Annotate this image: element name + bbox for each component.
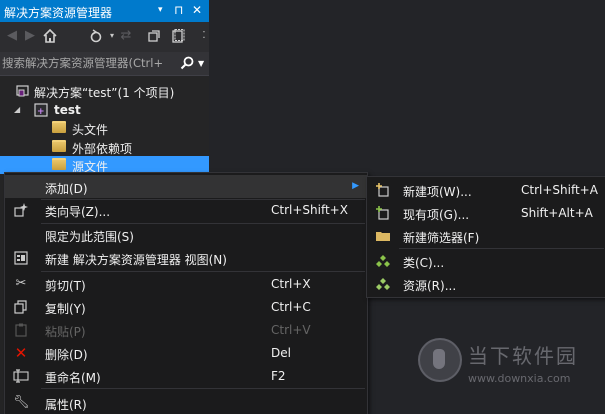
add-submenu: 新建项(W)... Ctrl+Shift+A 现有项(G)... Shift+A… [366,176,605,298]
menu-item-label: 新建项(W)... [403,185,472,199]
menu-item-label: 类(C)... [403,256,445,270]
menu-item-label: 新建 解决方案资源管理器 视图(N) [45,253,227,267]
menu-item-paste[interactable]: 粘贴(P) Ctrl+V [5,318,367,341]
project-label: test [54,103,81,117]
menu-item-label: 新建筛选器(F) [403,231,480,245]
menu-item-label: 添加(D) [45,182,88,196]
menu-separator [41,388,365,389]
watermark-brand: 当下软件园 [468,344,578,368]
search-input[interactable] [2,54,174,72]
menu-item-label: 删除(D) [45,348,88,362]
new-view-icon [13,250,29,266]
expand-arrow-icon[interactable]: ◢ [14,105,20,114]
menu-item-shortcut: Shift+Alt+A [521,206,593,220]
search-icon[interactable] [180,56,194,74]
folder-node[interactable]: 头文件 [0,119,209,137]
watermark-logo [418,338,462,382]
menu-item-scope-to-this[interactable]: 限定为此范围(S) [5,223,367,246]
copy-icon [13,299,29,315]
panel-title: 解决方案资源管理器 [4,6,113,20]
more-icon[interactable]: ⁚ [196,28,212,44]
wrench-icon: 🔧︎ [13,395,30,410]
existing-item-icon [375,205,391,221]
pin-icon[interactable]: ⊓ [174,3,183,17]
back-icon[interactable]: ◀ [4,28,20,44]
menu-item-label: 复制(Y) [45,302,86,316]
folder-node[interactable]: 外部依赖项 [0,138,209,156]
menu-item-class-wizard[interactable]: 类向导(Z)... Ctrl+Shift+X [5,198,367,221]
menu-item-label: 资源(R)... [403,279,457,293]
menu-item-shortcut: Ctrl+Shift+X [271,203,348,217]
menu-item-copy[interactable]: 复制(Y) Ctrl+C [5,295,367,318]
menu-item-label: 现有项(G)... [403,208,470,222]
show-all-files-icon[interactable] [170,28,186,44]
class-icon [375,253,391,269]
folder-icon [52,140,66,152]
menu-item-shortcut: Del [271,346,291,360]
folder-icon [52,121,66,133]
menu-item-shortcut: Ctrl+C [271,300,311,314]
menu-item-shortcut: Ctrl+Shift+A [521,183,598,197]
menu-item-shortcut: Ctrl+V [271,323,311,337]
forward-icon[interactable]: ▶ [22,28,38,44]
folder-label: 外部依赖项 [72,142,133,156]
submenu-item-class[interactable]: 类(C)... [367,249,605,272]
refresh-icon[interactable]: ⇄ [118,28,134,44]
menu-item-label: 属性(R) [45,398,87,412]
new-item-icon [375,182,391,198]
sync-icon[interactable] [88,28,104,44]
submenu-arrow-icon: ▶ [352,181,359,191]
menu-item-properties[interactable]: 🔧︎ 属性(R) [5,391,367,414]
submenu-item-existing-item[interactable]: 现有项(G)... Shift+Alt+A [367,201,605,224]
rename-icon [13,368,29,384]
submenu-item-resource[interactable]: 资源(R)... [367,272,605,295]
solution-label: 解决方案“test”(1 个项目) [34,86,175,100]
project-node[interactable]: ◢ + test [0,101,209,119]
submenu-item-new-item[interactable]: 新建项(W)... Ctrl+Shift+A [367,178,605,201]
scissors-icon: ✂ [15,276,27,291]
resource-icon [375,276,391,292]
menu-item-label: 重命名(M) [45,371,101,385]
dropdown-icon[interactable]: ▾ [158,5,163,15]
panel-titlebar: 解决方案资源管理器 ▾ ⊓ ✕ [0,0,209,22]
delete-icon: ✕ [14,344,28,362]
collapse-all-icon[interactable] [146,28,162,44]
menu-item-label: 限定为此范围(S) [45,230,134,244]
menu-item-label: 剪切(T) [45,279,86,293]
paste-icon [13,322,29,338]
solution-node[interactable]: 解决方案“test”(1 个项目) [0,82,209,100]
folder-icon [375,228,391,244]
home-icon[interactable] [42,28,58,44]
menu-item-add[interactable]: 添加(D) ▶ [5,175,367,198]
menu-item-label: 粘贴(P) [45,325,86,339]
menu-item-cut[interactable]: ✂ 剪切(T) Ctrl+X [5,272,367,295]
folder-label: 头文件 [72,123,109,137]
project-icon: + [34,103,48,117]
menu-item-rename[interactable]: 重命名(M) F2 [5,364,367,387]
class-wizard-icon [13,202,29,218]
solution-icon [16,84,30,97]
submenu-item-new-filter[interactable]: 新建筛选器(F) [367,224,605,247]
menu-item-shortcut: F2 [271,369,286,383]
folder-icon [52,158,66,170]
menu-item-delete[interactable]: ✕ 删除(D) Del [5,341,367,364]
menu-item-shortcut: Ctrl+X [271,277,311,291]
menu-item-label: 类向导(Z)... [45,205,111,219]
svg-text:+: + [37,107,45,117]
watermark-url: www.downxia.com [468,372,571,385]
panel-toolbar: ◀ ▶ ▾ ⇄ ⁚ [0,22,209,52]
search-options-icon[interactable]: ▼ [198,59,204,68]
context-menu: 添加(D) ▶ 类向导(Z)... Ctrl+Shift+X 限定为此范围(S)… [4,172,368,414]
close-icon[interactable]: ✕ [192,3,202,17]
search-bar: ▼ [0,52,209,76]
menu-item-new-view[interactable]: 新建 解决方案资源管理器 视图(N) [5,246,367,269]
